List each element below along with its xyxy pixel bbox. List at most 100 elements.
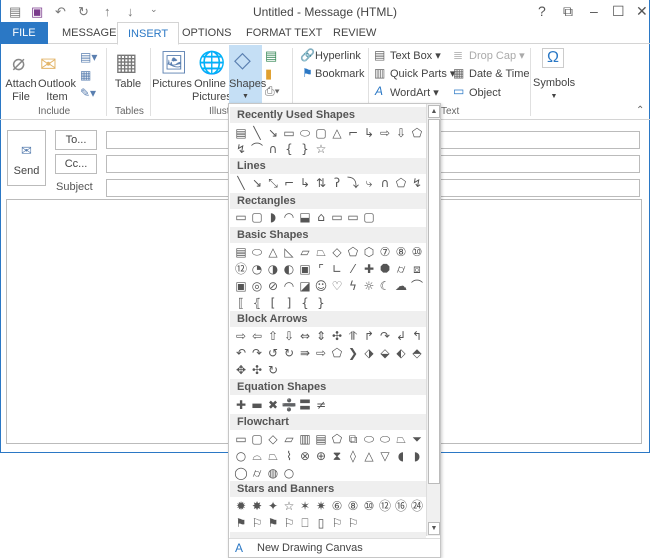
- shape-icon[interactable]: }: [313, 295, 329, 312]
- shape-icon[interactable]: ⌐: [281, 175, 297, 192]
- shape-icon[interactable]: ⚐: [345, 515, 361, 532]
- business-card-icon[interactable]: ▤▾: [80, 50, 97, 64]
- close-button[interactable]: ✕: [636, 3, 648, 20]
- shape-icon[interactable]: △: [329, 125, 345, 142]
- shapes-button[interactable]: ◇ Shapes ▼: [229, 45, 266, 103]
- shape-icon[interactable]: ⇕: [313, 328, 329, 345]
- shape-icon[interactable]: ʔ: [329, 175, 345, 192]
- shape-icon[interactable]: ↘: [249, 175, 265, 192]
- shape-icon[interactable]: ⬠: [329, 345, 345, 362]
- shape-icon[interactable]: ⏢: [265, 448, 281, 465]
- shape-icon[interactable]: ▭: [345, 209, 361, 226]
- shape-icon[interactable]: ⧈: [409, 261, 425, 278]
- shape-icon[interactable]: ▭: [233, 431, 249, 448]
- shape-icon[interactable]: ⇨: [377, 125, 393, 142]
- shape-icon[interactable]: ⚑: [233, 515, 249, 532]
- shape-icon[interactable]: {: [281, 141, 297, 158]
- shape-icon[interactable]: ⑯: [393, 498, 409, 515]
- collapse-ribbon-icon[interactable]: ⌃: [636, 105, 644, 116]
- shape-icon[interactable]: ▤: [313, 431, 329, 448]
- shape-icon[interactable]: ↳: [297, 175, 313, 192]
- shape-icon[interactable]: ◠: [281, 209, 297, 226]
- drop-cap-button[interactable]: Drop Cap ▾: [469, 50, 525, 63]
- shape-icon[interactable]: ⑩: [409, 244, 425, 261]
- shape-icon[interactable]: ⊘: [265, 278, 281, 295]
- shape-icon[interactable]: ▯: [313, 515, 329, 532]
- shape-icon[interactable]: ◔: [249, 261, 265, 278]
- new-drawing-canvas-item[interactable]: A New Drawing Canvas: [233, 539, 433, 557]
- shape-icon[interactable]: ☆: [281, 498, 297, 515]
- shape-icon[interactable]: ○: [281, 465, 297, 482]
- shape-icon[interactable]: ➗: [281, 397, 297, 414]
- shape-icon[interactable]: ♡: [329, 278, 345, 295]
- shape-icon[interactable]: ⬓: [297, 209, 313, 226]
- shape-icon[interactable]: ╲: [249, 125, 265, 142]
- shape-icon[interactable]: ▤: [233, 244, 249, 261]
- shape-icon[interactable]: ⦃: [249, 295, 265, 312]
- maximize-button[interactable]: ☐: [612, 3, 625, 20]
- shape-icon[interactable]: ⬠: [329, 431, 345, 448]
- shape-icon[interactable]: [: [265, 295, 281, 312]
- shape-icon[interactable]: ◗: [265, 209, 281, 226]
- shape-icon[interactable]: ◯: [233, 465, 249, 482]
- shape-icon[interactable]: ▱: [281, 431, 297, 448]
- shape-icon[interactable]: ⌐: [345, 125, 361, 142]
- shape-icon[interactable]: ↘: [265, 125, 281, 142]
- shape-icon[interactable]: ↯: [233, 141, 249, 158]
- shape-icon[interactable]: ↯: [409, 175, 425, 192]
- shape-icon[interactable]: ⬭: [361, 431, 377, 448]
- shape-icon[interactable]: ◍: [265, 465, 281, 482]
- shape-icon[interactable]: ▢: [249, 431, 265, 448]
- shape-icon[interactable]: ▢: [249, 209, 265, 226]
- screenshot-icon[interactable]: ⎙▾: [265, 84, 280, 99]
- shape-icon[interactable]: ◪: [297, 278, 313, 295]
- shape-icon[interactable]: ◎: [249, 278, 265, 295]
- shape-icon[interactable]: ↲: [393, 328, 409, 345]
- pictures-button[interactable]: Pictures: [152, 78, 192, 91]
- shape-icon[interactable]: ⬡: [361, 244, 377, 261]
- shape-icon[interactable]: ☁: [393, 278, 409, 295]
- wordart-button[interactable]: WordArt ▾: [390, 87, 439, 100]
- shape-icon[interactable]: ⏷: [409, 431, 425, 448]
- online-pictures-button[interactable]: Online Pictures: [192, 78, 232, 104]
- shape-icon[interactable]: ⎕: [297, 515, 313, 532]
- shape-icon[interactable]: 〓: [297, 397, 313, 414]
- shape-icon[interactable]: ⬭: [249, 244, 265, 261]
- shape-icon[interactable]: ⬖: [393, 345, 409, 362]
- shape-icon[interactable]: ⑧: [393, 244, 409, 261]
- shape-icon[interactable]: ↳: [361, 125, 377, 142]
- shape-icon[interactable]: }: [297, 141, 313, 158]
- shape-icon[interactable]: ⇨: [313, 345, 329, 362]
- tab-review[interactable]: REVIEW: [323, 22, 386, 44]
- shape-icon[interactable]: ✹: [233, 498, 249, 515]
- shape-icon[interactable]: ⌂: [313, 209, 329, 226]
- shape-icon[interactable]: ↰: [409, 328, 425, 345]
- minimize-button[interactable]: –: [590, 3, 598, 19]
- shape-icon[interactable]: ▭: [329, 209, 345, 226]
- shape-icon[interactable]: ↻: [281, 345, 297, 362]
- shape-icon[interactable]: ⌒: [409, 278, 425, 295]
- shape-icon[interactable]: ↻: [265, 362, 281, 379]
- shape-icon[interactable]: ]: [281, 295, 297, 312]
- shape-icon[interactable]: ⤷: [361, 175, 377, 192]
- shape-icon[interactable]: ▽: [377, 448, 393, 465]
- tab-insert[interactable]: INSERT: [117, 22, 180, 45]
- shape-icon[interactable]: ⯃: [377, 261, 393, 278]
- shape-icon[interactable]: ◑: [265, 261, 281, 278]
- shape-icon[interactable]: ☾: [377, 278, 393, 295]
- shape-icon[interactable]: ⬭: [377, 431, 393, 448]
- shape-icon[interactable]: ⊗: [297, 448, 313, 465]
- shape-icon[interactable]: ⏢: [313, 244, 329, 261]
- shape-icon[interactable]: ⇛: [297, 345, 313, 362]
- shape-icon[interactable]: ╲: [233, 175, 249, 192]
- shape-icon[interactable]: ◊: [345, 448, 361, 465]
- shape-icon[interactable]: ✚: [233, 397, 249, 414]
- send-button[interactable]: ✉ Send: [7, 130, 46, 186]
- shape-icon[interactable]: ◗: [409, 448, 425, 465]
- shape-icon[interactable]: ✸: [249, 498, 265, 515]
- shape-icon[interactable]: ⟦: [233, 295, 249, 312]
- shape-icon[interactable]: ⬠: [345, 244, 361, 261]
- shape-icon[interactable]: ∩: [265, 141, 281, 158]
- shape-icon[interactable]: ◇: [265, 431, 281, 448]
- shape-icon[interactable]: ⬠: [409, 125, 425, 142]
